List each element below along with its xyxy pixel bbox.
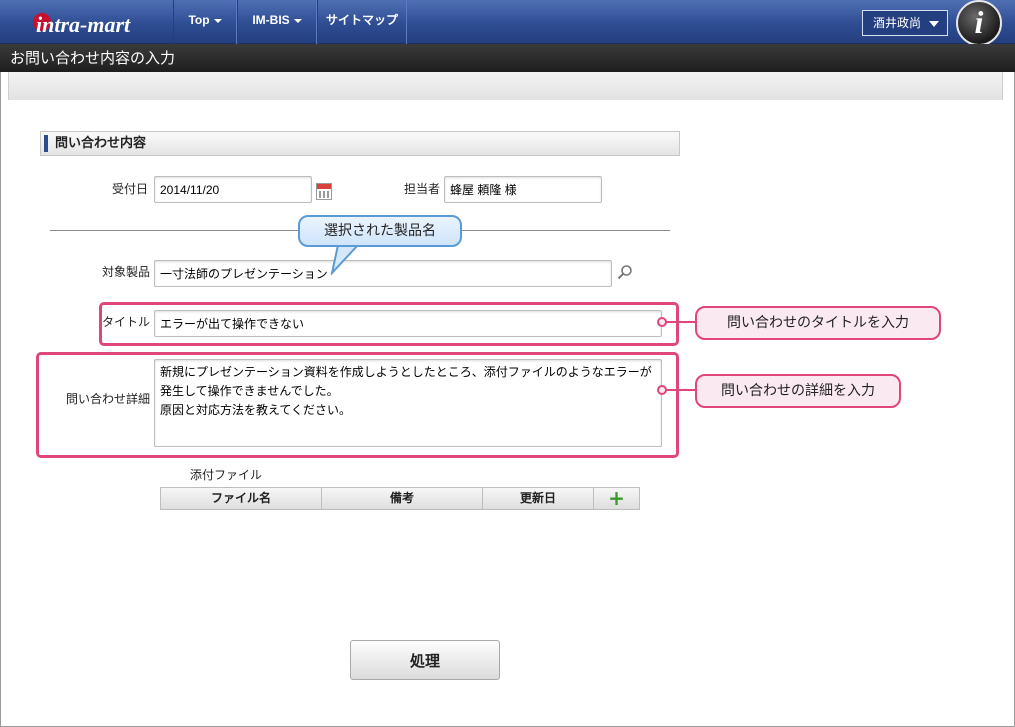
received-date-label: 受付日: [111, 182, 148, 196]
detail-field[interactable]: 新規にプレゼンテーション資料を作成しようとしたところ、添付ファイルのようなエラー…: [154, 359, 662, 447]
section-header: 問い合わせ内容: [40, 131, 680, 156]
column-header: ファイル名: [161, 488, 322, 509]
submit-button[interactable]: 処理: [350, 640, 500, 680]
column-header: 備考: [322, 488, 483, 509]
intra-mart-logo[interactable]: intra-mart: [30, 8, 170, 38]
nav-sitemap[interactable]: サイトマップ: [317, 0, 407, 44]
attachments-table: ファイル名 備考 更新日 +: [160, 487, 640, 510]
attachments-label: 添付ファイル: [190, 468, 263, 482]
column-header: 更新日: [483, 488, 594, 509]
assignee-label: 担当者: [403, 182, 440, 196]
detail-label: 問い合わせ詳細: [65, 392, 150, 406]
nav-im-bis[interactable]: IM-BIS: [237, 0, 317, 44]
title-label: タイトル: [101, 315, 150, 329]
svg-text:intra-mart: intra-mart: [36, 12, 131, 37]
product-label: 対象製品: [101, 265, 150, 279]
assignee-field[interactable]: [444, 176, 602, 203]
toolbar: [8, 72, 1003, 100]
callout-connector: [657, 317, 698, 327]
received-date-field[interactable]: [154, 176, 312, 203]
chevron-down-icon: [929, 21, 939, 27]
top-nav: intra-mart Top IM-BIS サイトマップ 酒井政尚 i: [0, 0, 1015, 46]
callout-connector: [657, 385, 698, 395]
title-field[interactable]: [154, 310, 662, 337]
page-title: お問い合わせ内容の入力: [0, 44, 1015, 72]
add-attachment-button[interactable]: +: [594, 488, 639, 509]
product-field[interactable]: [154, 260, 612, 287]
nav-top[interactable]: Top: [173, 0, 237, 44]
user-menu[interactable]: 酒井政尚: [862, 10, 948, 36]
callout-product: 選択された製品名: [298, 215, 462, 247]
callout-pointer: [330, 245, 360, 275]
chevron-down-icon: [213, 18, 222, 23]
search-icon[interactable]: [617, 264, 633, 280]
callout-title: 問い合わせのタイトルを入力: [695, 306, 941, 340]
avatar[interactable]: i: [956, 0, 1002, 46]
calendar-icon[interactable]: [316, 183, 332, 200]
chevron-down-icon: [293, 18, 302, 23]
callout-detail: 問い合わせの詳細を入力: [695, 374, 901, 408]
